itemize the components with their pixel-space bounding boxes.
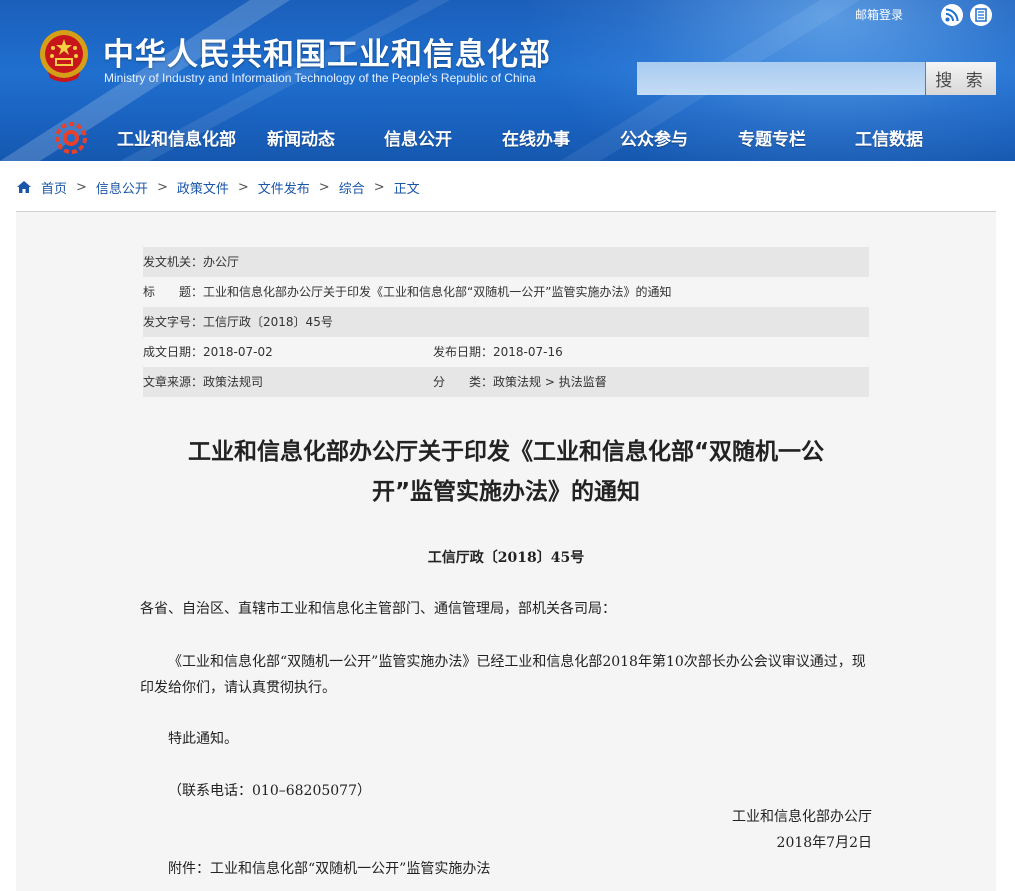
meta-value-created: 2018-07-02	[203, 345, 273, 359]
breadcrumb-separator: >	[318, 179, 330, 195]
breadcrumb-separator: >	[76, 179, 87, 195]
meta-row-dates: 成文日期：2018-07-02 发布日期：2018-07-16	[143, 337, 869, 367]
breadcrumb-separator: >	[156, 179, 168, 195]
meta-label: 发文字号：	[143, 315, 204, 329]
breadcrumb: 首页 > 信息公开 > 政策文件 > 文件发布 > 综合 > 正文	[16, 177, 420, 197]
nav-item-data[interactable]: 工信数据	[855, 124, 923, 156]
nav-item-online-services[interactable]: 在线办事	[502, 124, 570, 156]
nav-item-news[interactable]: 新闻动态	[267, 124, 335, 156]
breadcrumb-document-release[interactable]: 文件发布	[258, 178, 310, 197]
meta-value-title: 工业和信息化部办公厅关于印发《工业和信息化部“双随机一公开”监管实施办法》的通知	[203, 285, 672, 299]
rss-icon[interactable]	[941, 4, 963, 26]
document-number: 工信厅政〔2018〕45号	[427, 550, 585, 566]
site-header: 中华人民共和国工业和信息化部 Ministry of Industry and …	[0, 0, 1015, 161]
document-meta-table: 发文机关：办公厅 标 题：工业和信息化部办公厅关于印发《工业和信息化部“双随机一…	[143, 247, 869, 397]
mail-login-link[interactable]: 邮箱登录	[855, 6, 903, 23]
meta-label: 分 类：	[433, 375, 494, 389]
meta-value-published: 2018-07-16	[493, 345, 563, 359]
article-title-line: 开”监管实施办法》的通知	[371, 479, 641, 505]
emblem-icon	[40, 30, 88, 82]
meta-label: 文章来源：	[143, 375, 204, 389]
meta-value-docno: 工信厅政〔2018〕45号	[203, 315, 333, 329]
breadcrumb-current[interactable]: 正文	[394, 178, 420, 197]
salutation: 各省、自治区、直辖市工业和信息化主管部门、通信管理局，部机关各司局：	[140, 601, 616, 617]
meta-row-source: 文章来源：政策法规司 分 类：政策法规 > 执法监督	[143, 367, 869, 397]
signature-organization: 工业和信息化部办公厅	[732, 809, 872, 825]
meta-row-docno: 发文字号：工信厅政〔2018〕45号	[143, 307, 869, 337]
meta-value-category: 政策法规 > 执法监督	[493, 375, 607, 389]
search-input[interactable]	[637, 62, 925, 95]
site-title: 中华人民共和国工业和信息化部	[103, 37, 551, 73]
meta-label: 标 题：	[143, 285, 204, 299]
list-icon[interactable]	[970, 4, 992, 26]
meta-label: 成文日期：	[143, 345, 204, 359]
home-icon[interactable]	[16, 180, 32, 194]
meta-row-title: 标 题：工业和信息化部办公厅关于印发《工业和信息化部“双随机一公开”监管实施办法…	[143, 277, 869, 307]
nav-item-public-participation[interactable]: 公众参与	[620, 124, 688, 156]
breadcrumb-home[interactable]: 首页	[41, 178, 67, 197]
article-panel: 发文机关：办公厅 标 题：工业和信息化部办公厅关于印发《工业和信息化部“双随机一…	[16, 212, 996, 891]
meta-value-issuer: 办公厅	[203, 255, 240, 269]
nav-item-ministry[interactable]: 工业和信息化部	[117, 124, 236, 156]
main-nav: 工业和信息化部 新闻动态 信息公开 在线办事 公众参与 专题专栏 工信数据	[0, 124, 1015, 156]
attachment-link[interactable]: 附件：工业和信息化部“双随机一公开”监管实施办法	[168, 856, 490, 882]
search-button[interactable]: 搜 索	[926, 62, 996, 95]
nav-item-special-topics[interactable]: 专题专栏	[738, 124, 806, 156]
meta-value-source: 政策法规司	[203, 375, 264, 389]
breadcrumb-general[interactable]: 综合	[339, 178, 365, 197]
site-title-english: Ministry of Industry and Information Tec…	[104, 71, 536, 85]
nav-item-info-disclosure[interactable]: 信息公开	[384, 124, 452, 156]
notice-text: 特此通知。	[168, 731, 238, 747]
breadcrumb-separator: >	[373, 179, 385, 195]
article-title: 工业和信息化部办公厅关于印发《工业和信息化部“双随机一公 开”监管实施办法》的通…	[156, 432, 856, 512]
meta-row-issuer: 发文机关：办公厅	[143, 247, 869, 277]
breadcrumb-policy-documents[interactable]: 政策文件	[177, 178, 229, 197]
body-paragraph: 《工业和信息化部“双随机一公开”监管实施办法》已经工业和信息化部2018年第10…	[140, 654, 866, 696]
meta-label: 发布日期：	[433, 345, 494, 359]
breadcrumb-separator: >	[237, 179, 249, 195]
contact-phone: （联系电话：010–68205077）	[168, 783, 371, 799]
meta-label: 发文机关：	[143, 255, 204, 269]
breadcrumb-info-disclosure[interactable]: 信息公开	[96, 178, 148, 197]
signature-date: 2018年7月2日	[776, 835, 872, 851]
article-title-line: 工业和信息化部办公厅关于印发《工业和信息化部“双随机一公	[187, 439, 825, 465]
